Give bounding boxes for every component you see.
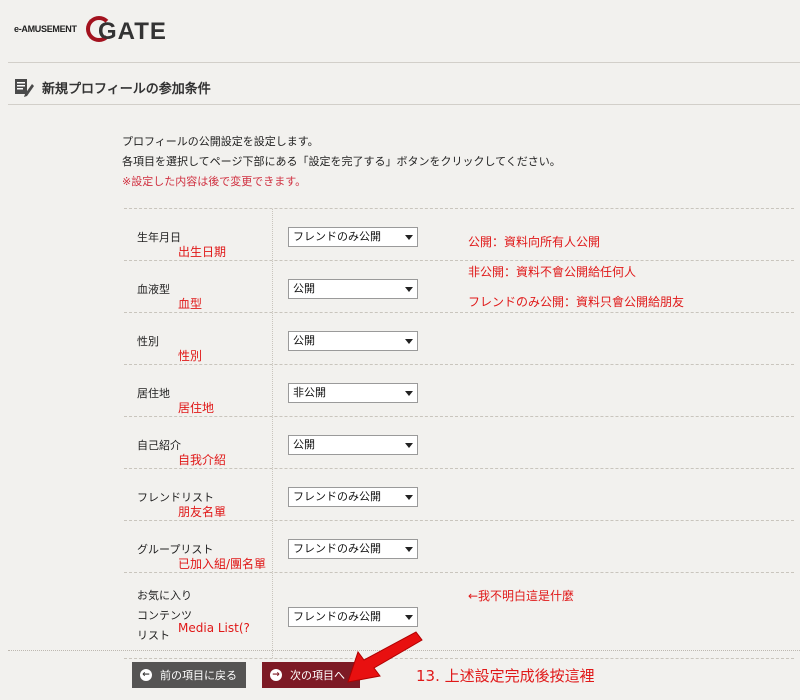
blood-type-annotation: 血型 [178, 297, 203, 311]
chevron-down-icon [405, 615, 413, 620]
chevron-down-icon [405, 287, 413, 292]
row-separator [272, 521, 273, 572]
row-separator [272, 469, 273, 520]
self-intro-select-value: 公開 [293, 438, 315, 451]
favorite-contents-label-3: リスト [137, 629, 170, 642]
intro-line-1: プロフィールの公開設定を設定します。 [122, 135, 319, 148]
residence-annotation: 居住地 [178, 401, 215, 415]
birthday-label: 生年月日 [137, 231, 181, 244]
self-intro-select[interactable]: 公開 [288, 435, 418, 455]
header-divider [8, 62, 800, 63]
row-separator [272, 365, 273, 416]
group-list-annotation: 已加入組/團名單 [178, 557, 267, 571]
row-gender: 性別 性別 公開 [124, 312, 794, 364]
row-self-intro: 自己紹介 自我介紹 公開 [124, 416, 794, 468]
friend-list-select-value: フレンドのみ公開 [293, 490, 381, 503]
chevron-down-icon [405, 547, 413, 552]
row-group-list: グループリスト 已加入組/團名單 フレンドのみ公開 [124, 520, 794, 572]
gender-annotation: 性別 [178, 349, 203, 363]
gender-select-value: 公開 [293, 334, 315, 347]
e-amusement-gate-logo[interactable]: e-AMUSEMENT GATE [14, 14, 174, 48]
logo-main-text: GATE [98, 18, 167, 45]
residence-select-value: 非公開 [293, 386, 326, 399]
logo-small-text: e-AMUSEMENT [14, 24, 77, 34]
friend-list-select[interactable]: フレンドのみ公開 [288, 487, 418, 507]
title-divider [8, 104, 800, 105]
back-button[interactable]: ← 前の項目に戻る [132, 662, 246, 688]
chevron-down-icon [405, 235, 413, 240]
back-button-label: 前の項目に戻る [160, 669, 237, 682]
blood-type-select[interactable]: 公開 [288, 279, 418, 299]
birthday-select[interactable]: フレンドのみ公開 [288, 227, 418, 247]
intro-text: プロフィールの公開設定を設定します。 各項目を選択してページ下部にある「設定を完… [122, 132, 561, 192]
blood-type-label: 血液型 [137, 283, 170, 296]
chevron-down-icon [405, 339, 413, 344]
note-private: 非公開：資料不會公開給任何人 [468, 265, 637, 279]
favorite-contents-label-1: お気に入り [137, 589, 192, 602]
row-friend-list: フレンドリスト 朋友名單 フレンドのみ公開 [124, 468, 794, 520]
pencil-note-icon [15, 79, 34, 97]
self-intro-label: 自己紹介 [137, 439, 181, 452]
row-separator [272, 573, 273, 658]
birthday-annotation: 出生日期 [178, 245, 227, 259]
row-residence: 居住地 居住地 非公開 [124, 364, 794, 416]
self-intro-annotation: 自我介紹 [178, 453, 227, 467]
row-separator [272, 313, 273, 364]
favorite-contents-select[interactable]: フレンドのみ公開 [288, 607, 418, 627]
note-friends-only: フレンドのみ公開：資料只會公開給朋友 [468, 295, 685, 309]
favorite-contents-annotation: Media List(? [178, 621, 250, 635]
chevron-down-icon [405, 495, 413, 500]
gender-label: 性別 [137, 335, 159, 348]
residence-label: 居住地 [137, 387, 170, 400]
row-favorite-contents: お気に入り コンテンツ リスト Media List(? フレンドのみ公開 [124, 572, 794, 658]
row-birthday: 生年月日 出生日期 フレンドのみ公開 [124, 208, 794, 260]
red-pointer-arrow-icon [347, 631, 423, 683]
residence-select[interactable]: 非公開 [288, 383, 418, 403]
group-list-select[interactable]: フレンドのみ公開 [288, 539, 418, 559]
arrow-right-icon: → [270, 669, 282, 681]
blood-type-select-value: 公開 [293, 282, 315, 295]
chevron-down-icon [405, 391, 413, 396]
intro-note: ※設定した内容は後で変更できます。 [122, 175, 307, 188]
next-button-label: 次の項目へ [290, 669, 345, 682]
birthday-select-value: フレンドのみ公開 [293, 230, 381, 243]
intro-line-2: 各項目を選択してページ下部にある「設定を完了する」ボタンをクリックしてください。 [122, 155, 561, 168]
arrow-left-icon: ← [140, 669, 152, 681]
gender-select[interactable]: 公開 [288, 331, 418, 351]
note-public: 公開：資料向所有人公開 [468, 235, 601, 249]
note-unknown: ←我不明白這是什麼 [468, 589, 575, 603]
row-blood-type: 血液型 血型 公開 [124, 260, 794, 312]
page-title-row: 新規プロフィールの参加条件 [14, 72, 211, 102]
favorite-contents-select-value: フレンドのみ公開 [293, 610, 381, 623]
friend-list-annotation: 朋友名單 [178, 505, 227, 519]
chevron-down-icon [405, 443, 413, 448]
row-separator [272, 261, 273, 312]
group-list-select-value: フレンドのみ公開 [293, 542, 381, 555]
form-bottom-border [124, 658, 794, 659]
row-separator [272, 209, 273, 260]
privacy-settings-form: 生年月日 出生日期 フレンドのみ公開 血液型 血型 公開 性別 性別 公開 居住… [124, 208, 794, 659]
row-separator [272, 417, 273, 468]
page-title: 新規プロフィールの参加条件 [42, 81, 211, 97]
final-step-annotation: 13. 上述設定完成後按這裡 [416, 667, 595, 685]
